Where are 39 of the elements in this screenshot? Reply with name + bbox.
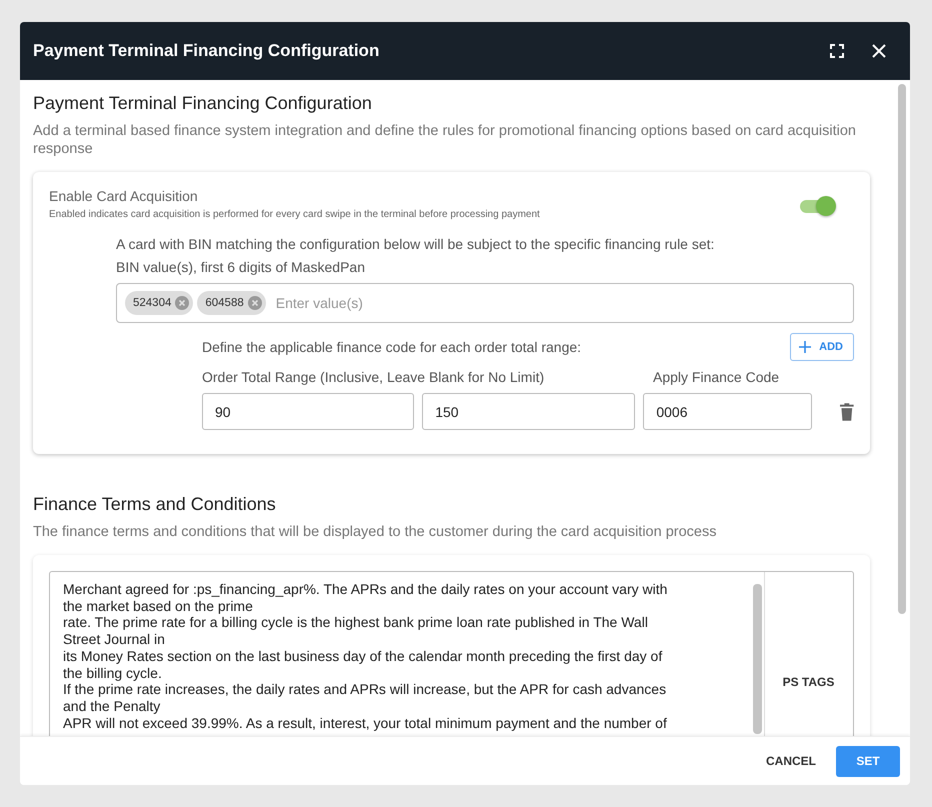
remove-icon[interactable] (175, 296, 190, 310)
terms-text-line: Merchant agreed for :ps_financing_apr%. The APRs and the daily rates on your account vary with (63, 581, 668, 598)
scrollbar[interactable] (753, 584, 762, 734)
bin-label: BIN value(s), first 6 digits of MaskedPan (116, 259, 366, 275)
add-button[interactable]: ADD (790, 333, 854, 361)
scrollbar[interactable] (898, 84, 906, 614)
close-icon (872, 44, 886, 58)
section-heading: Finance Terms and Conditions (33, 494, 277, 515)
dialog-title: Payment Terminal Financing Configuration (33, 41, 380, 61)
bin-input-field[interactable]: 524304 604588 Enter value(s) (116, 283, 854, 323)
terms-text-line: and the Penalty (63, 698, 162, 715)
remove-icon[interactable] (248, 296, 262, 310)
fullscreen-icon (830, 44, 844, 58)
toggle-hint: Enabled indicates card acquisition is performed for every card swipe in the terminal before processing payment (49, 209, 540, 220)
bin-chip[interactable]: 524304 (125, 291, 194, 315)
bin-chip[interactable]: 604588 (197, 291, 266, 315)
plus-icon (799, 341, 812, 353)
range-prompt: Define the applicable finance code for each order total range: (202, 339, 582, 355)
terms-text-line: If the prime rate increases, the daily rates and APRs will increase, but the APR for cash advances (63, 681, 668, 698)
terms-text-line: Street Journal in (63, 631, 166, 648)
trash-icon[interactable] (840, 402, 854, 420)
section-description: The finance terms and conditions that will be displayed to the customer during the card acquisition process (33, 523, 718, 541)
terms-text-line: APR will not exceed 39.99%. As a result, interest, your total minimum payment and the number of (63, 714, 668, 732)
terms-text-line: its Money Rates section on the last business day of the calendar month preceding the first day of (63, 648, 664, 665)
section-heading: Payment Terminal Financing Configuration (33, 93, 373, 114)
enable-toggle[interactable] (800, 196, 836, 216)
finance-code-field[interactable]: 0006 (643, 393, 812, 430)
terms-text-line: rate. The prime rate for a billing cycle is the highest bank prime loan rate published in The Wall (63, 614, 649, 632)
cancel-button[interactable]: CANCEL (756, 746, 826, 776)
toggle-label: Enable Card Acquisition (49, 188, 199, 204)
terms-text-line: the billing cycle. (63, 664, 163, 682)
ps-tags-button[interactable]: PS TAGS (764, 572, 852, 736)
range-label: Order Total Range (Inclusive, Leave Blank for No Limit) (202, 369, 546, 385)
range-min-field[interactable]: 90 (202, 393, 414, 430)
section-description: Add a terminal based finance system integration and define the rules for promotional financing options based on card acquisition response (33, 122, 857, 158)
terms-text-line: the market based on the prime (63, 598, 254, 614)
finance-code-label: Apply Finance Code (653, 369, 780, 385)
range-max-field[interactable]: 150 (422, 393, 636, 430)
bin-prompt: A card with BIN matching the configuration below will be subject to the specific financing rule set: (116, 236, 716, 252)
